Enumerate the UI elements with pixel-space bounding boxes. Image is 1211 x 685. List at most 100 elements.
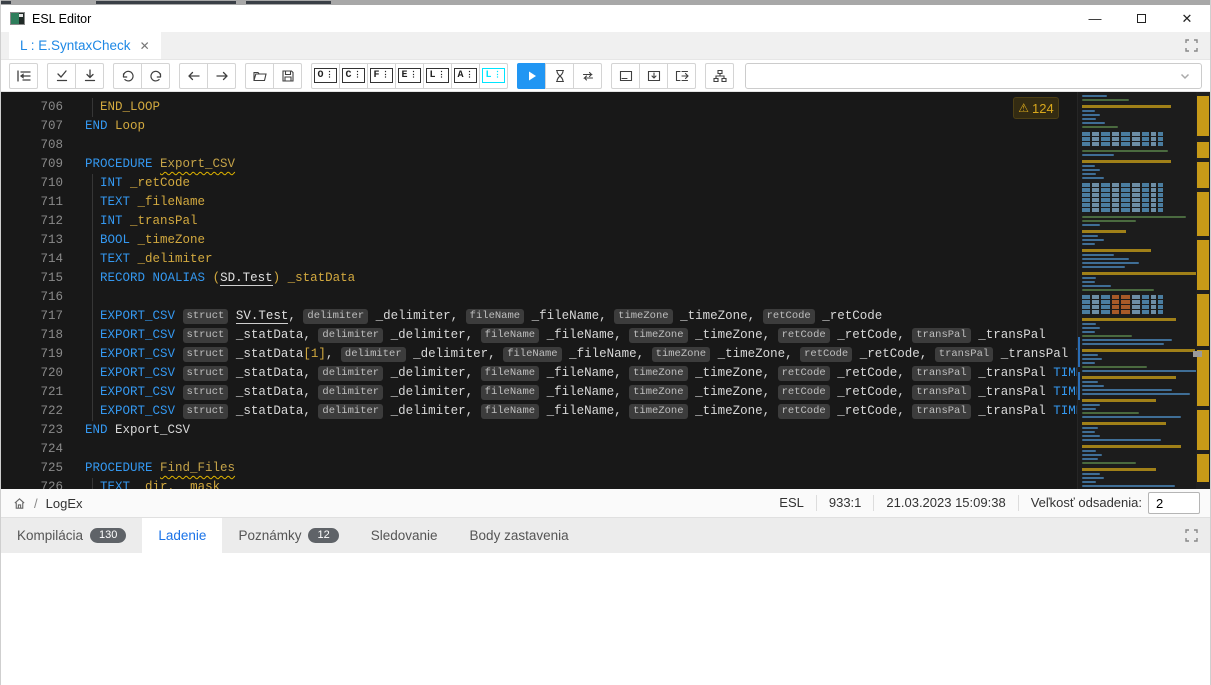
save-button[interactable] (273, 63, 302, 89)
code-token: _statData, (236, 404, 311, 418)
import-button[interactable] (639, 63, 668, 89)
breadcrumb-item[interactable]: LogEx (46, 496, 83, 511)
code-token: _delimiter, (376, 309, 459, 323)
toolbar-dropdown[interactable] (745, 63, 1202, 89)
warning-mark (1197, 240, 1209, 290)
breadcrumb-separator: / (34, 496, 38, 511)
minimize-button[interactable]: — (1072, 5, 1118, 32)
code-token: _delimiter, (391, 404, 474, 418)
e-list-button[interactable]: E⋮ (395, 63, 424, 89)
wait-icon (552, 68, 568, 84)
minimap-section (1082, 376, 1194, 395)
check-syntax-button[interactable] (47, 63, 76, 89)
redo-icon (148, 68, 164, 84)
code-token: END (85, 423, 108, 437)
code-token: _retCode, (837, 385, 905, 399)
code-line-708: 708 (1, 136, 1077, 155)
f-list-button[interactable]: F⋮ (367, 63, 396, 89)
param-hint-badge: struct (183, 347, 229, 362)
goto-bottom-button[interactable] (75, 63, 104, 89)
line-number: 707 (1, 117, 63, 136)
param-hint-badge: retCode (800, 347, 852, 362)
code-area[interactable]: 706END_LOOP707END Loop708709PROCEDURE Ex… (1, 92, 1077, 489)
window-title: ESL Editor (32, 12, 91, 26)
expand-icon[interactable] (1185, 529, 1198, 542)
tree-button[interactable] (705, 63, 734, 89)
export-icon (674, 68, 690, 84)
status-timestamp: 21.03.2023 15:09:38 (873, 495, 1017, 512)
bottom-tabbar: Kompilácia130LadeniePoznámky12Sledovanie… (1, 518, 1210, 553)
document-tabrow: L : E.SyntaxCheck ✕ (1, 32, 1210, 60)
tab-esyntaxcheck[interactable]: L : E.SyntaxCheck ✕ (9, 32, 161, 59)
minimap-change-mark (1078, 337, 1080, 367)
panel-button[interactable] (611, 63, 640, 89)
wait-button[interactable] (545, 63, 574, 89)
code-line-713: 713BOOL _timeZone (1, 231, 1077, 250)
undo-icon (120, 68, 136, 84)
code-line-725: 725PROCEDURE Find_Files (1, 459, 1077, 478)
param-hint-badge: retCode (778, 366, 830, 381)
param-hint-badge: transPal (912, 385, 970, 400)
redo-button[interactable] (141, 63, 170, 89)
bottom-tab-ladenie[interactable]: Ladenie (142, 518, 222, 553)
code-token: _transPal (978, 366, 1046, 380)
forward-button[interactable] (207, 63, 236, 89)
back-button[interactable] (179, 63, 208, 89)
code-token: BOOL (100, 233, 130, 247)
minimap[interactable] (1077, 92, 1196, 489)
l-active-icon: L⋮ (482, 68, 504, 83)
tab-close-icon[interactable]: ✕ (140, 39, 150, 53)
param-hint-badge: timeZone (629, 328, 687, 343)
open-file-icon (252, 68, 268, 84)
warning-count: 124 (1032, 101, 1054, 116)
l-list-button[interactable]: L⋮ (423, 63, 452, 89)
line-number: 716 (1, 288, 63, 307)
bottom-tab-kompil-cia[interactable]: Kompilácia130 (1, 518, 142, 553)
home-icon[interactable] (13, 497, 26, 510)
format-button[interactable] (9, 63, 38, 89)
close-button[interactable]: ✕ (1164, 5, 1210, 32)
code-token: EXPORT_CSV (100, 309, 175, 323)
scrollbar[interactable] (1196, 92, 1210, 489)
scrollbar-handle[interactable] (1193, 351, 1202, 357)
param-hint-badge: retCode (763, 309, 815, 324)
line-number: 721 (1, 383, 63, 402)
minimap-change-mark (1078, 372, 1080, 400)
tab-label: Body zastavenia (470, 528, 569, 543)
expand-icon[interactable] (1185, 39, 1198, 52)
code-line-723: 723END Export_CSV (1, 421, 1077, 440)
line-number: 724 (1, 440, 63, 459)
undo-button[interactable] (113, 63, 142, 89)
warning-mark (1197, 162, 1209, 188)
code-token: _transPal (130, 214, 198, 228)
maximize-button[interactable] (1118, 5, 1164, 32)
goto-bottom-icon (82, 68, 98, 84)
code-line-718: 718EXPORT_CSV struct _statData, delimite… (1, 326, 1077, 345)
line-number: 723 (1, 421, 63, 440)
bottom-tab-pozn-mky[interactable]: Poznámky12 (222, 518, 354, 553)
line-number: 710 (1, 174, 63, 193)
run-button[interactable] (517, 63, 546, 89)
minimap-section (1082, 150, 1194, 156)
code-token: _timeZone, (695, 385, 770, 399)
loop-button[interactable] (573, 63, 602, 89)
l-active-button[interactable]: L⋮ (479, 63, 508, 89)
export-button[interactable] (667, 63, 696, 89)
bottom-tab-body-zastavenia[interactable]: Body zastavenia (454, 518, 585, 553)
o-list-button[interactable]: O⋮ (311, 63, 340, 89)
indent-guide (92, 402, 93, 421)
background-fragment (246, 1, 331, 4)
check-syntax-icon (54, 68, 70, 84)
code-token: _retCode, (837, 366, 905, 380)
minimap-section (1082, 295, 1194, 314)
code-token: TEXT (100, 252, 130, 266)
bottom-tab-sledovanie[interactable]: Sledovanie (355, 518, 454, 553)
c-list-button[interactable]: C⋮ (339, 63, 368, 89)
code-line-726: 726TEXT _dir, _mask (1, 478, 1077, 489)
indent-guide (92, 478, 93, 489)
open-file-button[interactable] (245, 63, 274, 89)
indent-size-input[interactable] (1148, 492, 1200, 514)
minimap-section (1082, 272, 1194, 291)
a-list-button[interactable]: A⋮ (451, 63, 480, 89)
warning-badge[interactable]: ⚠ 124 (1013, 97, 1059, 119)
